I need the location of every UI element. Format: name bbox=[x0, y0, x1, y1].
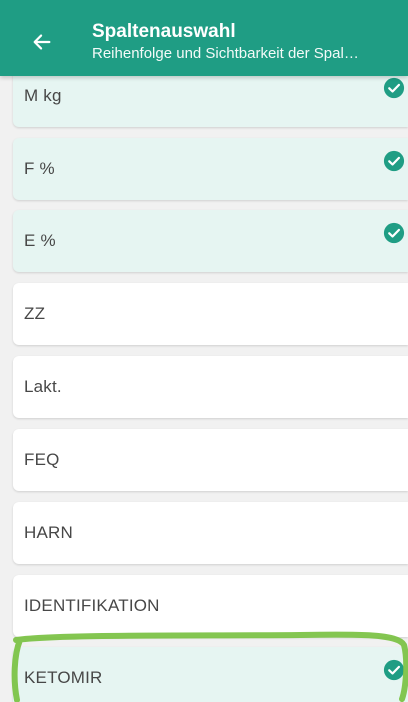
column-label: ZZ bbox=[24, 304, 46, 323]
app-bar: Spaltenauswahl Reihenfolge und Sichtbark… bbox=[0, 0, 408, 76]
column-selection-screen: M kg F % E % ZZ Lakt. FEQ HARN IDENTIFIK… bbox=[0, 0, 408, 702]
column-label: M kg bbox=[24, 86, 62, 105]
column-label: HARN bbox=[24, 523, 73, 542]
page-subtitle: Reihenfolge und Sichtbarkeit der Spal… bbox=[92, 45, 359, 62]
column-list[interactable]: M kg F % E % ZZ Lakt. FEQ HARN IDENTIFIK… bbox=[0, 0, 408, 702]
column-row-ketomir[interactable]: KETOMIR bbox=[13, 647, 408, 702]
check-circle-icon[interactable] bbox=[383, 222, 405, 244]
column-label: E % bbox=[24, 231, 56, 250]
column-row-identifikation[interactable]: IDENTIFIKATION bbox=[13, 575, 408, 637]
app-bar-titles: Spaltenauswahl Reihenfolge und Sichtbark… bbox=[92, 20, 404, 64]
column-label: KETOMIR bbox=[24, 668, 103, 687]
arrow-back-icon bbox=[33, 34, 51, 50]
check-circle-icon[interactable] bbox=[383, 659, 405, 681]
column-label: F % bbox=[24, 159, 55, 178]
column-label: Lakt. bbox=[24, 377, 62, 396]
column-row-f-percent[interactable]: F % bbox=[13, 138, 408, 200]
check-circle-icon[interactable] bbox=[383, 150, 405, 172]
column-label: FEQ bbox=[24, 450, 60, 469]
column-row-harn[interactable]: HARN bbox=[13, 502, 408, 564]
column-row-lakt[interactable]: Lakt. bbox=[13, 356, 408, 418]
column-row-zz[interactable]: ZZ bbox=[13, 283, 408, 345]
check-circle-icon[interactable] bbox=[383, 77, 405, 99]
column-row-e-percent[interactable]: E % bbox=[13, 210, 408, 272]
column-row-feq[interactable]: FEQ bbox=[13, 429, 408, 491]
column-label: IDENTIFIKATION bbox=[24, 596, 160, 615]
page-title: Spaltenauswahl bbox=[92, 21, 236, 42]
back-button[interactable] bbox=[24, 24, 60, 60]
